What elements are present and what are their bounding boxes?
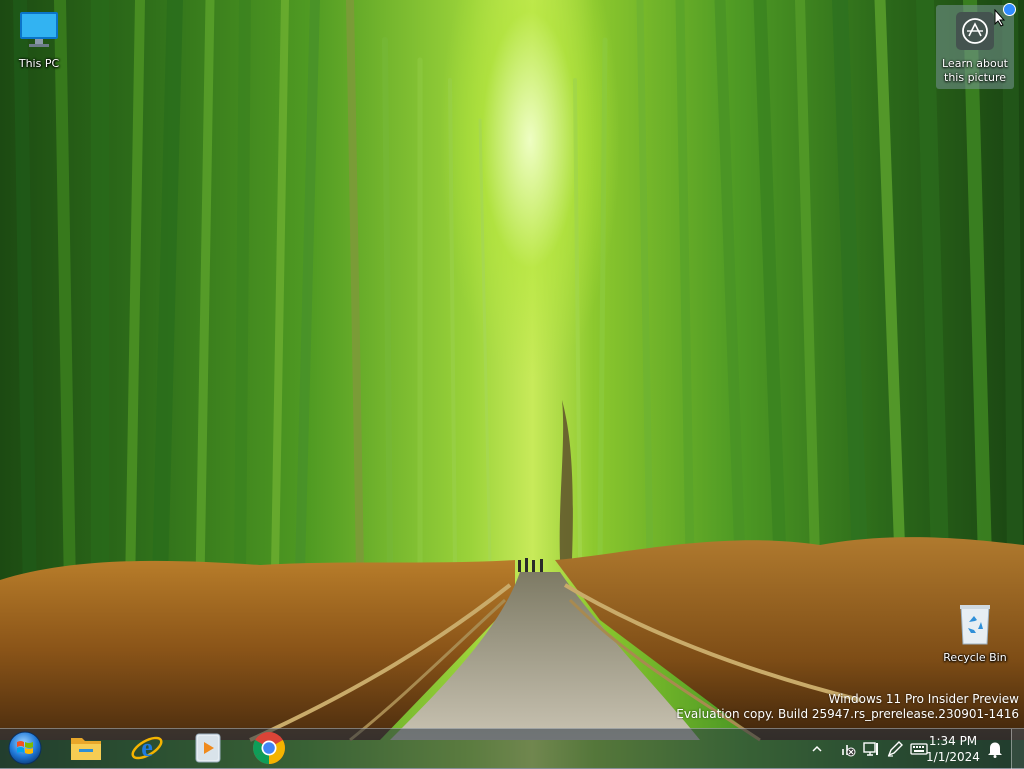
taskbar: e 1:34 PM 1/1/2024 — [0, 728, 1024, 769]
this-pc-label: This PC — [18, 57, 60, 70]
svg-text:e: e — [141, 733, 153, 762]
bamboo-forest-image — [0, 0, 1024, 742]
media-player-icon — [193, 732, 223, 767]
chrome-icon — [252, 731, 286, 768]
network-disconnected-icon[interactable] — [836, 738, 858, 760]
windows-orb-icon — [7, 730, 43, 769]
recycle-bin-label: Recycle Bin — [943, 651, 1007, 664]
folder-icon — [69, 733, 103, 766]
this-pc-desktop-icon[interactable]: This PC — [5, 8, 73, 71]
recycle-bin-icon — [955, 605, 995, 649]
internet-explorer-taskbar-button[interactable]: e — [128, 731, 166, 767]
desktop-wallpaper — [0, 0, 1024, 768]
computer-monitor-icon — [17, 12, 61, 55]
clock-date: 1/1/2024 — [926, 750, 980, 764]
start-button[interactable] — [6, 731, 44, 767]
recycle-bin-desktop-icon[interactable]: Recycle Bin — [941, 602, 1009, 665]
evaluation-watermark: Windows 11 Pro Insider Preview Evaluatio… — [676, 692, 1019, 722]
clock-time: 1:34 PM — [928, 734, 978, 748]
taskbar-clock[interactable]: 1:34 PM 1/1/2024 — [922, 733, 984, 765]
ie-icon: e — [130, 731, 164, 768]
watermark-edition: Windows 11 Pro Insider Preview — [828, 692, 1019, 706]
display-icon[interactable] — [860, 738, 882, 760]
notification-area — [984, 729, 1006, 769]
chevron-up-icon[interactable] — [806, 738, 828, 760]
system-tray — [806, 729, 930, 769]
camera-circle-icon — [956, 12, 994, 50]
chrome-taskbar-button[interactable] — [250, 731, 288, 767]
learn-about-picture-label: Learn about this picture — [942, 57, 1008, 84]
pen-icon[interactable] — [884, 738, 906, 760]
file-explorer-taskbar-button[interactable] — [67, 731, 105, 767]
mouse-pointer-icon — [994, 8, 1006, 30]
watermark-build: Evaluation copy. Build 25947.rs_prerelea… — [676, 707, 1019, 721]
bell-icon[interactable] — [984, 738, 1006, 760]
media-player-taskbar-button[interactable] — [189, 731, 227, 767]
show-desktop-button[interactable] — [1011, 729, 1024, 769]
